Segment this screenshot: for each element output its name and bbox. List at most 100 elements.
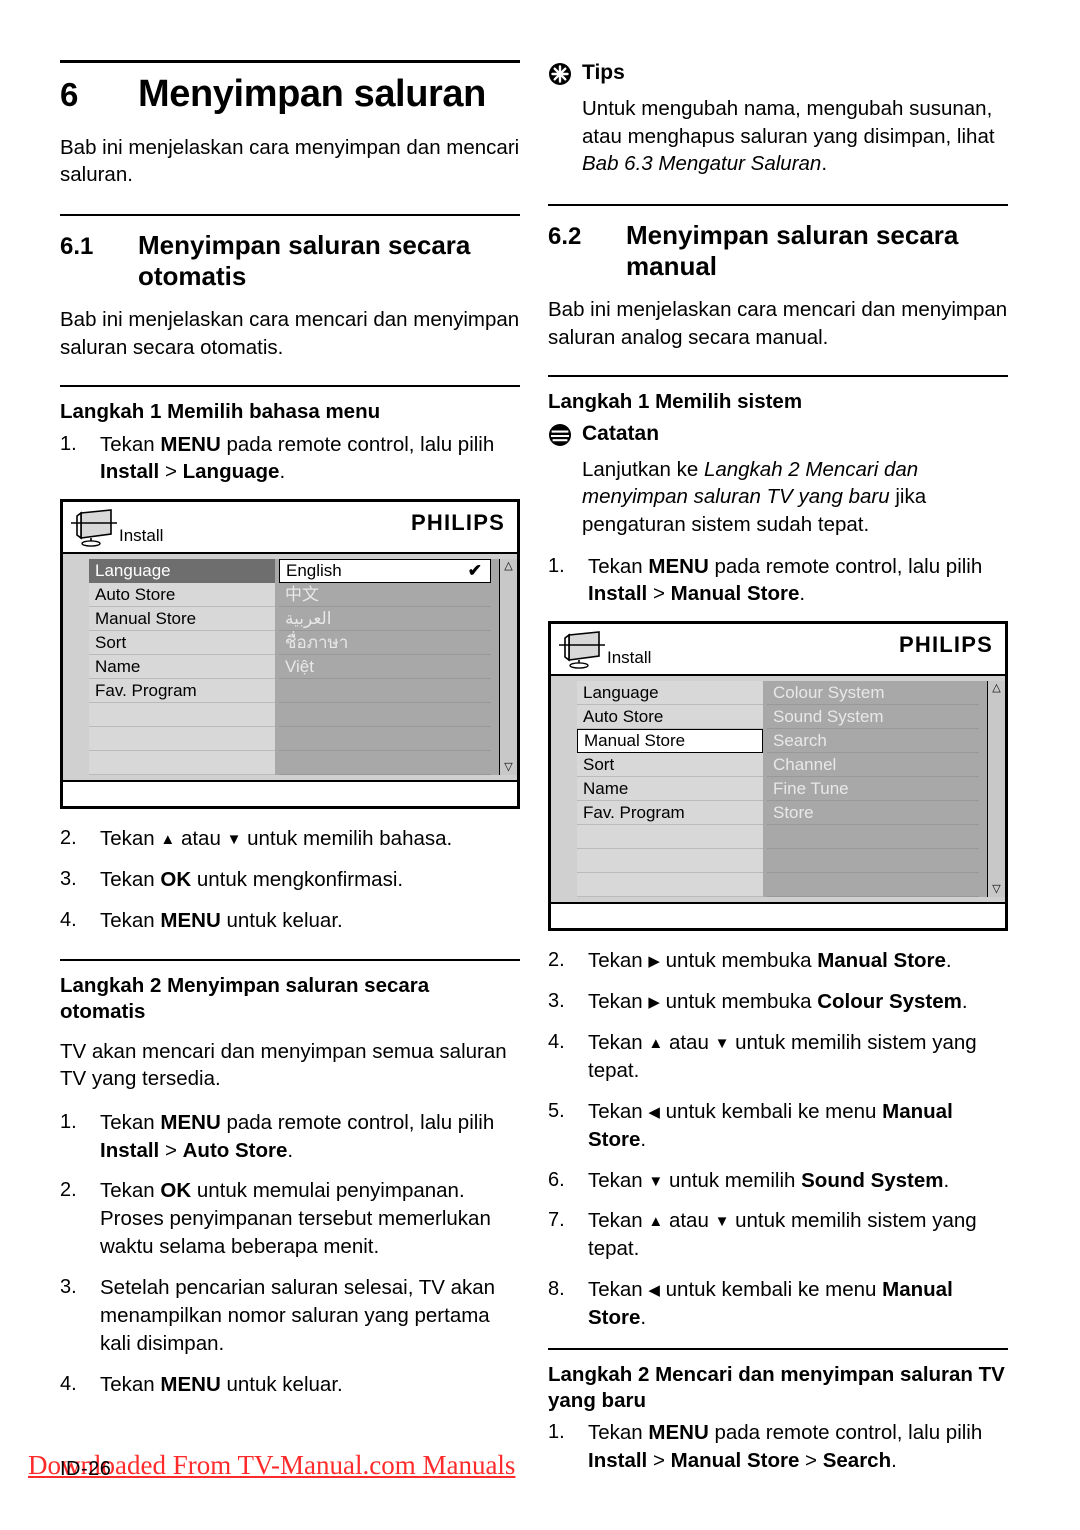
tv-menu-item-label: Sound System	[773, 707, 884, 727]
step-number: 2.	[60, 1179, 77, 1202]
tv-menu-item[interactable]: ชื่อภาษา	[279, 631, 491, 656]
tv-menu-right-list-2[interactable]: Colour System Sound System Search Channel Fi…	[763, 681, 987, 898]
step-number: 3.	[548, 990, 565, 1013]
tv-menu-item[interactable]: العربية	[279, 607, 491, 632]
scroll-up-arrow-icon-2[interactable]: △	[992, 683, 1000, 694]
tv-menu-item[interactable]: Sound System	[767, 705, 979, 730]
tv-menu-item[interactable]: Name	[89, 655, 275, 680]
step-text: Tekan ▲ atau ▼ untuk memilih sistem yang…	[588, 1029, 1008, 1085]
emphasis-bold: Install	[588, 1449, 648, 1473]
section-6-2-number: 6.2	[548, 223, 582, 251]
tv-menu-right-items-2[interactable]: Colour System Sound System Search Channel Fi…	[763, 681, 987, 898]
tv-menu-left-list[interactable]: Language Auto Store Manual Store Sort Name Fa…	[89, 559, 275, 776]
step-number: 3.	[60, 1276, 77, 1299]
tv-menu-right-items[interactable]: English ✔ 中文 العربية ชื่อภาษา Việt	[275, 559, 499, 776]
step-item: 4. Tekan MENU untuk keluar.	[60, 1371, 520, 1399]
emphasis-bold: Manual Store	[670, 1449, 800, 1473]
step-text: Tekan ▲ atau ▼ untuk memilih bahasa.	[100, 825, 520, 853]
tv-menu-item[interactable]: Language	[89, 559, 275, 584]
page-number: ID-26	[60, 1458, 112, 1480]
tv-menu-item-label: 中文	[285, 585, 319, 605]
tv-menu-item[interactable]: Colour System	[767, 681, 979, 706]
step-item: 3. Tekan OK untuk mengkonfirmasi.	[60, 866, 520, 894]
tv-menu-header: Install PHILIPS	[63, 502, 517, 555]
scroll-up-arrow-icon[interactable]: △	[504, 561, 512, 572]
tv-menu-item[interactable]: Manual Store	[577, 729, 763, 754]
scroll-down-arrow-icon-2[interactable]: ▽	[992, 884, 1000, 895]
text-run: Tekan	[588, 1099, 649, 1123]
step-number: 7.	[548, 1209, 565, 1232]
tv-menu-item-label: Language	[95, 561, 171, 581]
tv-menu-scrollbar[interactable]: △ ▽	[499, 559, 517, 776]
text-run: Setelah pencarian saluran selesai, TV ak…	[100, 1276, 496, 1355]
note-block: Catatan	[548, 421, 1008, 452]
text-run: pada remote control, lalu pilih	[220, 1110, 495, 1134]
tv-menu-item[interactable]: Name	[577, 777, 763, 802]
step-text: Tekan ◀ untuk kembali ke menu Manual Sto…	[588, 1098, 1008, 1154]
tv-menu-item[interactable]: Manual Store	[89, 607, 275, 632]
tv-menu-item-label: Colour System	[773, 683, 885, 703]
text-run: Tekan	[588, 1421, 649, 1445]
step1-list-right: 1. Tekan MENU pada remote control, lalu p…	[548, 553, 1008, 609]
step-number: 4.	[60, 1372, 77, 1395]
section-6-1-heading: 6.1 Menyimpan saluran secara otomatis	[60, 230, 520, 292]
step2-list-right: 1. Tekan MENU pada remote control, lalu p…	[548, 1419, 1008, 1475]
tv-menu-item-label: العربية	[285, 609, 332, 629]
step-item: 7. Tekan ▲ atau ▼ untuk memilih sistem ya…	[548, 1207, 1008, 1263]
step-item: 8. Tekan ◀ untuk kembali ke menu Manual S…	[548, 1276, 1008, 1332]
emphasis-bold: Auto Store	[182, 1138, 288, 1162]
emphasis-bold: Install	[100, 460, 160, 484]
tv-menu-item[interactable]: Search	[767, 729, 979, 754]
text-run: pada remote control, lalu pilih	[220, 432, 495, 456]
tv-menu-item[interactable]: Auto Store	[577, 705, 763, 730]
step-number: 6.	[548, 1168, 565, 1191]
tv-menu-item[interactable]: 中文	[279, 583, 491, 608]
step-text: Setelah pencarian saluran selesai, TV ak…	[100, 1274, 520, 1358]
tv-menu-item[interactable]: Việt	[279, 655, 491, 680]
step-item: 3. Setelah pencarian saluran selesai, TV …	[60, 1274, 520, 1358]
step-number: 1.	[60, 1110, 77, 1133]
step2-rule-right	[548, 1347, 1008, 1350]
tv-menu-item[interactable]: Fav. Program	[577, 801, 763, 826]
tv-menu-item[interactable]: Store	[767, 801, 979, 826]
text-run: .	[821, 152, 828, 176]
tv-menu-manual-store-screenshot: Install PHILIPS Language Auto Store Manual…	[548, 621, 1008, 932]
tv-menu-item[interactable]: Fav. Program	[89, 679, 275, 704]
tv-menu-item[interactable]: English ✔	[279, 559, 491, 584]
tv-set-icon-2	[559, 630, 605, 675]
tv-menu-scrollbar-2[interactable]: △ ▽	[987, 681, 1005, 898]
emphasis-bold: Install	[588, 582, 648, 606]
step-text: Tekan ▶ untuk membuka Manual Store.	[588, 947, 1008, 975]
tv-menu-right-list[interactable]: English ✔ 中文 العربية ชื่อภาษา Việt	[275, 559, 499, 776]
text-run: atau	[663, 1031, 715, 1055]
tv-menu-item-label: Việt	[285, 657, 314, 677]
tv-menu-item-label: Store	[773, 803, 814, 823]
tv-menu-item[interactable]: Sort	[89, 631, 275, 656]
tv-menu-item[interactable]: Auto Store	[89, 583, 275, 608]
left-column: 6 Menyimpan saluran Bab ini menjelaskan …	[60, 60, 520, 1412]
tv-menu-empty-row	[89, 703, 275, 728]
section-6-1-intro: Bab ini menjelaskan cara mencari dan men…	[60, 308, 520, 359]
tv-menu-item-label	[285, 681, 290, 700]
tv-menu-item[interactable]: Fine Tune	[767, 777, 979, 802]
text-run: Tekan	[100, 432, 161, 456]
direction-arrow-icon: ◀	[648, 1282, 660, 1300]
tv-menu-empty-row	[279, 679, 491, 704]
step-text: Tekan ▲ atau ▼ untuk memilih sistem yang…	[588, 1207, 1008, 1263]
emphasis-bold: MENU	[648, 554, 709, 578]
tv-menu-item[interactable]: Language	[577, 681, 763, 706]
tv-menu-item[interactable]: Sort	[577, 753, 763, 778]
emphasis-bold: Manual Store	[670, 582, 800, 606]
tv-menu-item-label: Name	[583, 779, 629, 799]
scroll-down-arrow-icon[interactable]: ▽	[504, 762, 512, 773]
text-run: .	[891, 1449, 897, 1473]
text-run: >	[647, 582, 671, 606]
tv-menu-left-list-2[interactable]: Language Auto Store Manual Store Sort Name Fa…	[577, 681, 763, 898]
tv-menu-item-label: Name	[95, 657, 141, 677]
step1-list-right-after: 2. Tekan ▶ untuk membuka Manual Store. 3. T…	[548, 947, 1008, 1332]
tv-menu-item[interactable]: Channel	[767, 753, 979, 778]
emphasis-bold: MENU	[160, 1372, 221, 1396]
text-run: untuk keluar.	[220, 909, 343, 933]
direction-arrow-icon: ▶	[648, 994, 660, 1012]
tv-menu-item-label: Manual Store	[584, 731, 686, 751]
